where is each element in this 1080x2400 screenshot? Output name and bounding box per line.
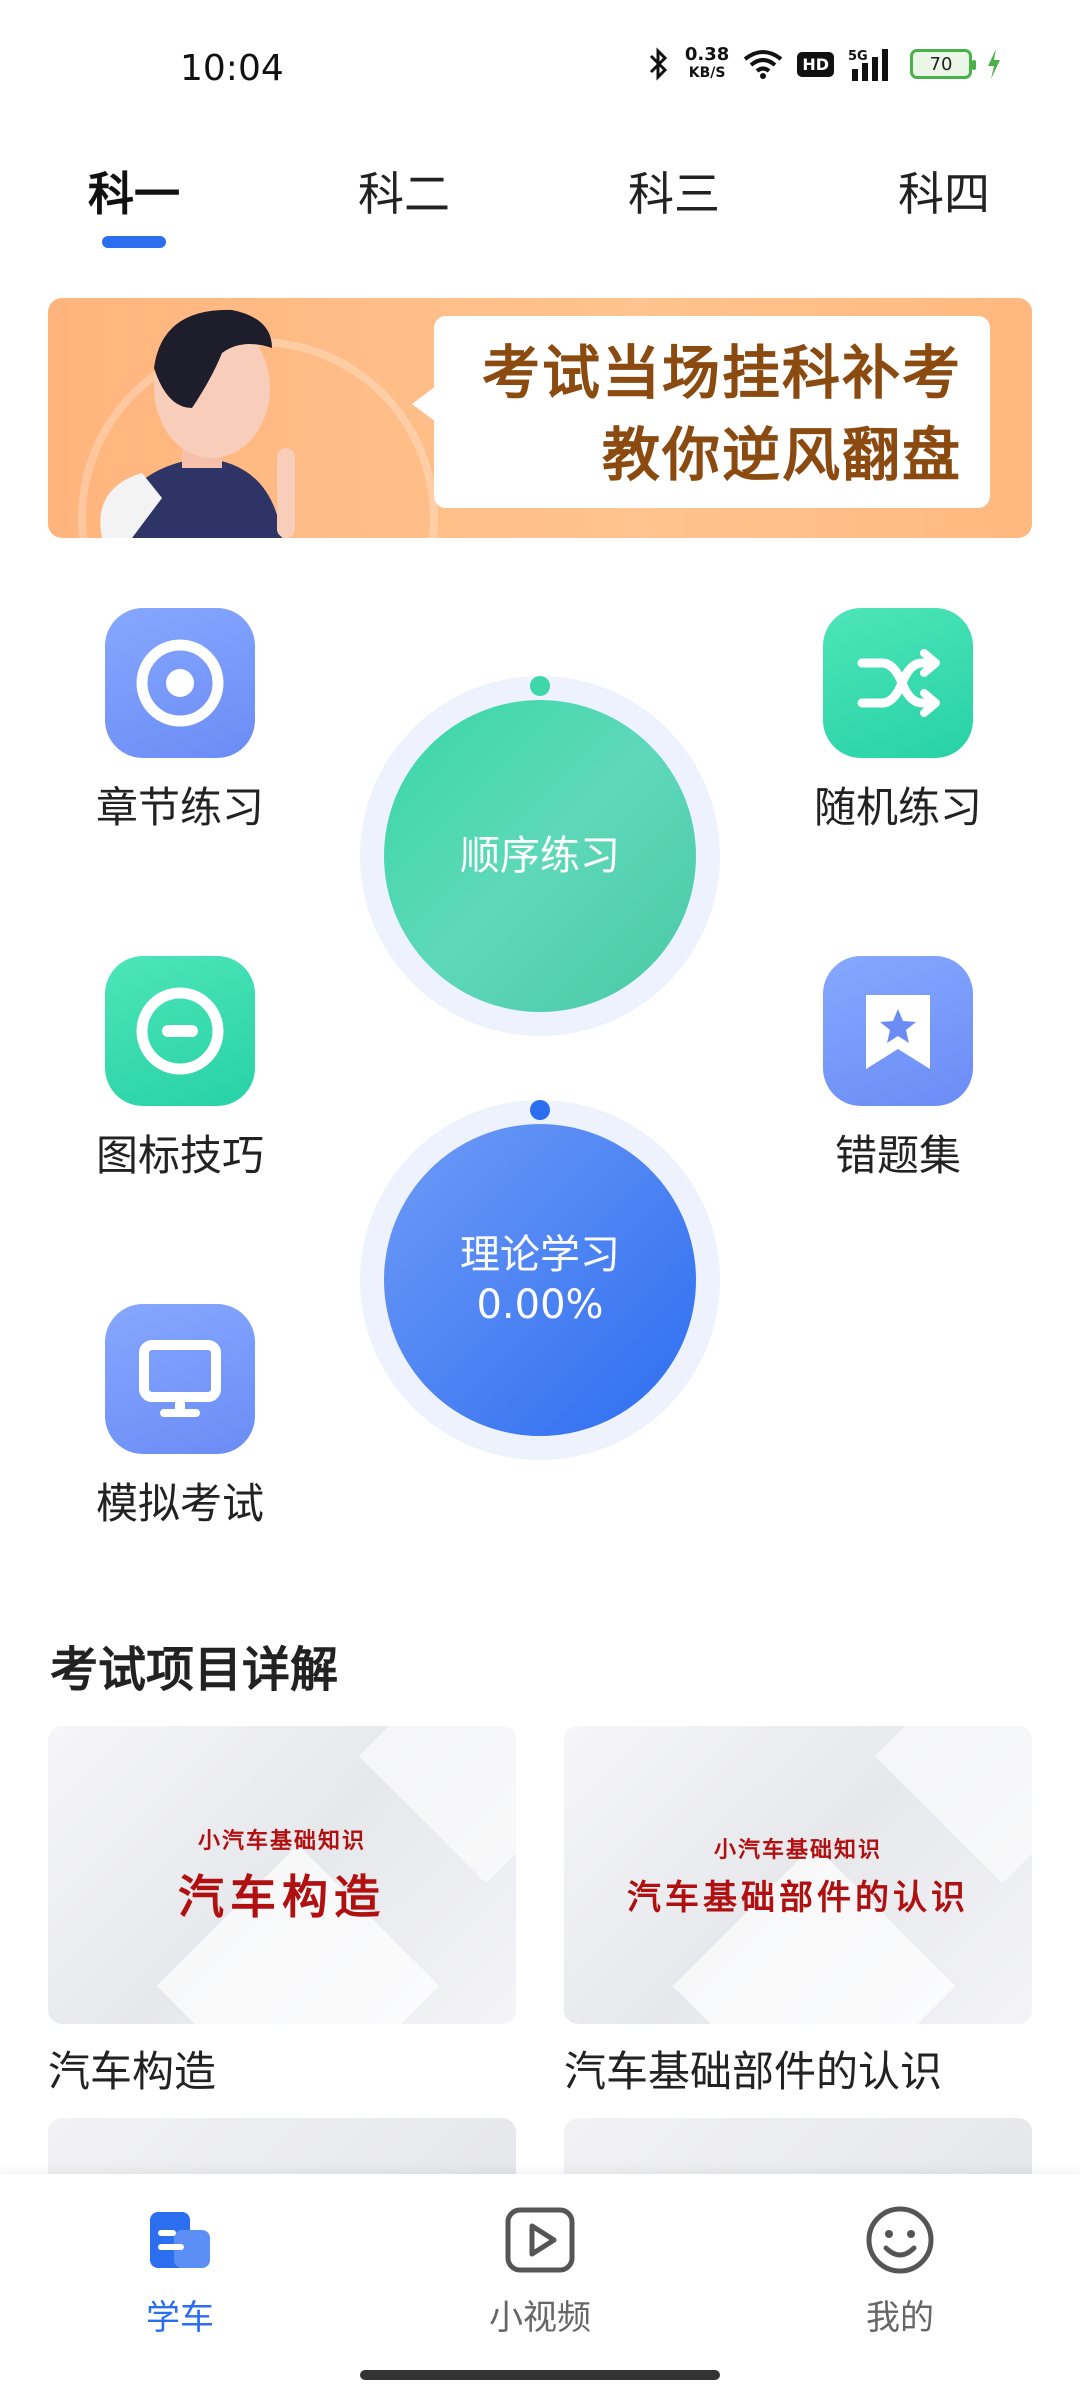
banner-subline: 教你逆风翻盘 (601, 421, 962, 489)
nav-label-mine: 我的 (866, 2298, 934, 2338)
tab-subject-4[interactable]: 科四 (874, 158, 1014, 224)
nav-item-mine[interactable]: 我的 (800, 2204, 1000, 2339)
star-bookmark-icon (823, 956, 973, 1106)
net-speed-unit: KB/S (688, 65, 726, 81)
chapter-practice-button[interactable]: 章节练习 (70, 608, 290, 835)
net-speed-value: 0.38 (684, 44, 730, 65)
nav-item-videos[interactable]: 小视频 (440, 2204, 640, 2339)
status-icons: 0.38 KB/S HD 5G 70 (647, 46, 1002, 82)
tab-subject-1[interactable]: 科一 (64, 158, 204, 224)
card-thumbnail: 小汽车基础知识 汽车基础部件的认识 (564, 1726, 1032, 2024)
nav-label-study: 学车 (146, 2298, 214, 2338)
target-icon (105, 608, 255, 758)
banner-headline: 考试当场挂科补考 (481, 339, 962, 407)
sequential-practice-label: 顺序练习 (460, 833, 620, 879)
random-practice-label: 随机练习 (813, 783, 982, 832)
card-title: 汽车构造 (48, 2047, 217, 2096)
mock-exam-label: 模拟考试 (95, 1479, 264, 1528)
tab-subject-2[interactable]: 科二 (334, 158, 474, 224)
minus-circle-icon (105, 956, 255, 1106)
car-study-icon (144, 2204, 216, 2276)
status-time: 10:04 (180, 48, 284, 89)
sign-tips-button[interactable]: 图标技巧 (70, 956, 290, 1183)
status-bar: 10:04 0.38 KB/S HD 5G 70 (0, 0, 1080, 130)
mistakes-label: 错题集 (834, 1131, 961, 1180)
sequential-practice-circle: 顺序练习 (384, 700, 696, 1012)
battery-icon: 70 (910, 49, 976, 79)
shuffle-icon (823, 608, 973, 758)
chapter-practice-label: 章节练习 (95, 783, 264, 832)
thumb-headline: 汽车基础部件的认识 (627, 1877, 969, 1918)
exam-item-card[interactable]: 小汽车基础知识 汽车构造 汽车构造 (48, 1726, 516, 2099)
theory-study-label: 理论学习 (460, 1232, 620, 1278)
monitor-icon (105, 1304, 255, 1454)
charging-icon (988, 49, 1000, 79)
smiley-icon (864, 2204, 936, 2276)
tab-indicator (102, 236, 166, 248)
sequential-practice-button[interactable]: 顺序练习 (360, 676, 720, 1036)
nav-item-study[interactable]: 学车 (80, 2204, 280, 2339)
svg-text:5G: 5G (848, 49, 868, 64)
subject-tabs: 科一 科二 科三 科四 (0, 150, 1080, 250)
bluetooth-icon (649, 47, 668, 81)
home-indicator[interactable] (360, 2370, 720, 2380)
signal-icon: 5G (848, 49, 888, 81)
nav-label-videos: 小视频 (489, 2298, 591, 2338)
hd-badge: HD (797, 51, 834, 77)
thumb-category: 小汽车基础知识 (197, 1829, 366, 1854)
net-speed: 0.38 KB/S (685, 46, 729, 82)
exam-item-card-partial[interactable] (564, 2118, 1032, 2178)
bottom-navigation: 学车 小视频 我的 (0, 2174, 1080, 2400)
teacher-illustration (100, 309, 295, 538)
progress-dot (530, 1100, 550, 1120)
thumb-headline: 汽车构造 (178, 1870, 386, 1924)
wifi-icon (744, 50, 783, 79)
theory-study-progress: 0.00% (476, 1282, 604, 1328)
thumb-category: 小汽车基础知识 (713, 1837, 882, 1863)
section-title: 考试项目详解 (50, 1642, 339, 1698)
card-thumbnail: 小汽车基础知识 汽车构造 (48, 1726, 516, 2024)
tab-subject-3[interactable]: 科三 (604, 158, 744, 224)
mistakes-button[interactable]: 错题集 (788, 956, 1008, 1183)
progress-dot (530, 676, 550, 696)
theory-study-circle: 理论学习 0.00% (384, 1124, 696, 1436)
video-play-icon (504, 2204, 576, 2276)
battery-level: 70 (929, 53, 953, 75)
promo-banner[interactable]: 考试当场挂科补考 教你逆风翻盘 (48, 298, 1032, 538)
sign-tips-label: 图标技巧 (95, 1131, 264, 1180)
banner-bubble: 考试当场挂科补考 教你逆风翻盘 (412, 316, 990, 508)
exam-item-card-partial[interactable] (48, 2118, 516, 2178)
theory-study-button[interactable]: 理论学习 0.00% (360, 1100, 720, 1460)
exam-item-card[interactable]: 小汽车基础知识 汽车基础部件的认识 汽车基础部件的认识 (564, 1726, 1032, 2099)
card-title: 汽车基础部件的认识 (564, 2047, 943, 2096)
random-practice-button[interactable]: 随机练习 (788, 608, 1008, 835)
mock-exam-button[interactable]: 模拟考试 (70, 1304, 290, 1531)
